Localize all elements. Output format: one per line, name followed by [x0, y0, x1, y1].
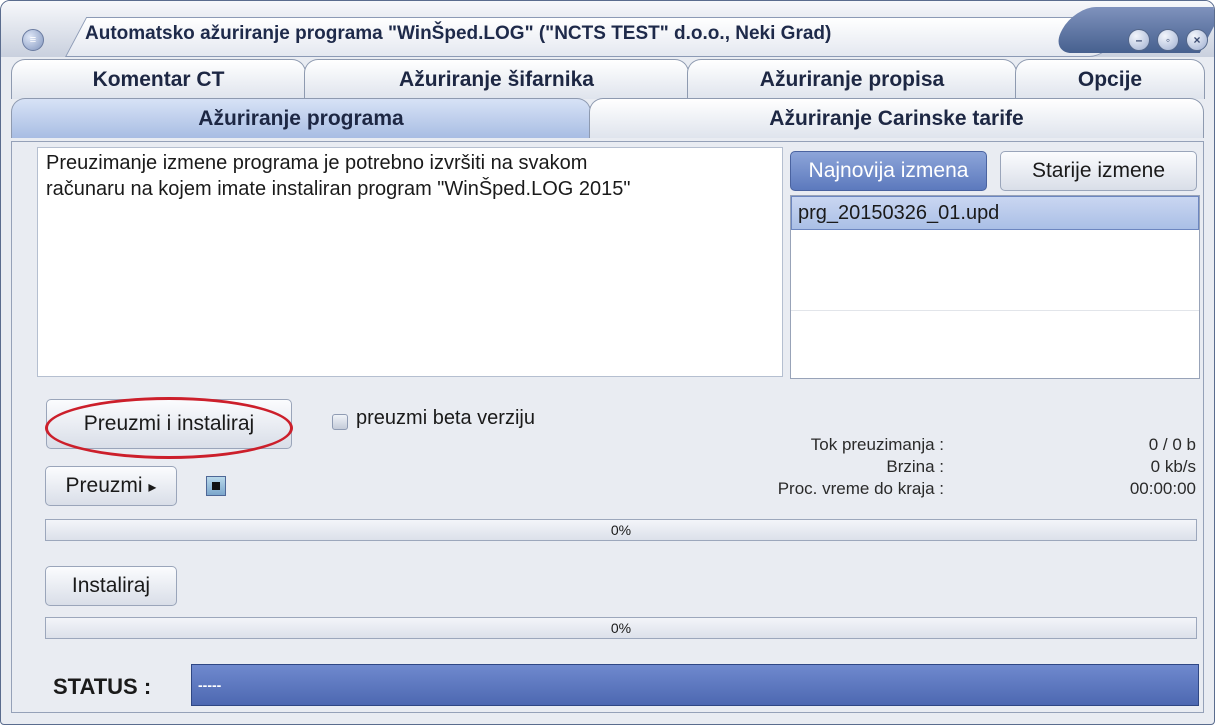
tab-komentar-ct[interactable]: Komentar CT	[11, 59, 306, 99]
beta-checkbox-label: preuzmi beta verziju	[356, 407, 535, 429]
tab-azuriranje-programa[interactable]: Ažuriranje programa	[11, 98, 591, 138]
speed-label: Brzina :	[886, 457, 944, 476]
restore-icon[interactable]: ◦	[1157, 29, 1179, 51]
remaining-label: Proc. vreme do kraja :	[777, 479, 944, 498]
download-button[interactable]: Preuzmi ▸	[45, 466, 177, 506]
beta-checkbox[interactable]	[332, 414, 348, 430]
window-title: Automatsko ažuriranje programa "WinŠped.…	[85, 23, 832, 44]
older-versions-button[interactable]: Starije izmene	[1000, 151, 1197, 191]
remaining-value: 00:00:00	[1129, 479, 1196, 498]
flow-value: 0 / 0 b	[1148, 435, 1196, 454]
status-label: STATUS :	[53, 674, 152, 699]
stop-icon[interactable]	[206, 476, 226, 496]
install-progress-text: 0%	[610, 620, 632, 636]
tab-row-top: Komentar CT Ažuriranje šifarnika Ažurira…	[11, 59, 1205, 99]
install-progress-bar: 0%	[45, 617, 1197, 639]
install-button[interactable]: Instaliraj	[45, 566, 177, 606]
tab-azuriranje-carinske-tarife[interactable]: Ažuriranje Carinske tarife	[589, 98, 1204, 138]
download-progress-text: 0%	[610, 522, 632, 538]
latest-version-button[interactable]: Najnovija izmena	[790, 151, 987, 191]
list-separator	[791, 310, 1199, 311]
version-listbox[interactable]: prg_20150326_01.upd	[790, 195, 1200, 379]
tab-azuriranje-propisa[interactable]: Ažuriranje propisa	[687, 59, 1017, 99]
download-install-button[interactable]: Preuzmi i instaliraj	[46, 399, 292, 449]
minimize-icon[interactable]: –	[1128, 29, 1150, 51]
tab-azuriranje-sifarnika[interactable]: Ažuriranje šifarnika	[304, 59, 689, 99]
menu-icon[interactable]: ≡	[22, 29, 44, 51]
download-progress-bar: 0%	[45, 519, 1197, 541]
title-bar: ≡ Automatsko ažuriranje programa "WinŠpe…	[1, 1, 1214, 57]
speed-value: 0 kb/s	[1150, 457, 1196, 476]
info-line-2: računaru na kojem imate instaliran progr…	[46, 178, 631, 200]
info-textbox: Preuzimanje izmene programa je potrebno …	[37, 147, 783, 377]
tab-row-bottom: Ažuriranje programa Ažuriranje Carinske …	[11, 98, 1204, 138]
tab-opcije[interactable]: Opcije	[1015, 59, 1205, 99]
info-line-1: Preuzimanje izmene programa je potrebno …	[46, 152, 588, 174]
updater-window: ≡ Automatsko ažuriranje programa "WinŠpe…	[0, 0, 1215, 725]
download-button-label: Preuzmi	[65, 474, 143, 497]
status-bar: -----	[191, 664, 1199, 706]
version-list-item[interactable]: prg_20150326_01.upd	[791, 196, 1199, 230]
close-icon[interactable]: ×	[1186, 29, 1208, 51]
flow-label: Tok preuzimanja :	[810, 435, 944, 454]
arrow-right-icon: ▸	[148, 479, 157, 496]
